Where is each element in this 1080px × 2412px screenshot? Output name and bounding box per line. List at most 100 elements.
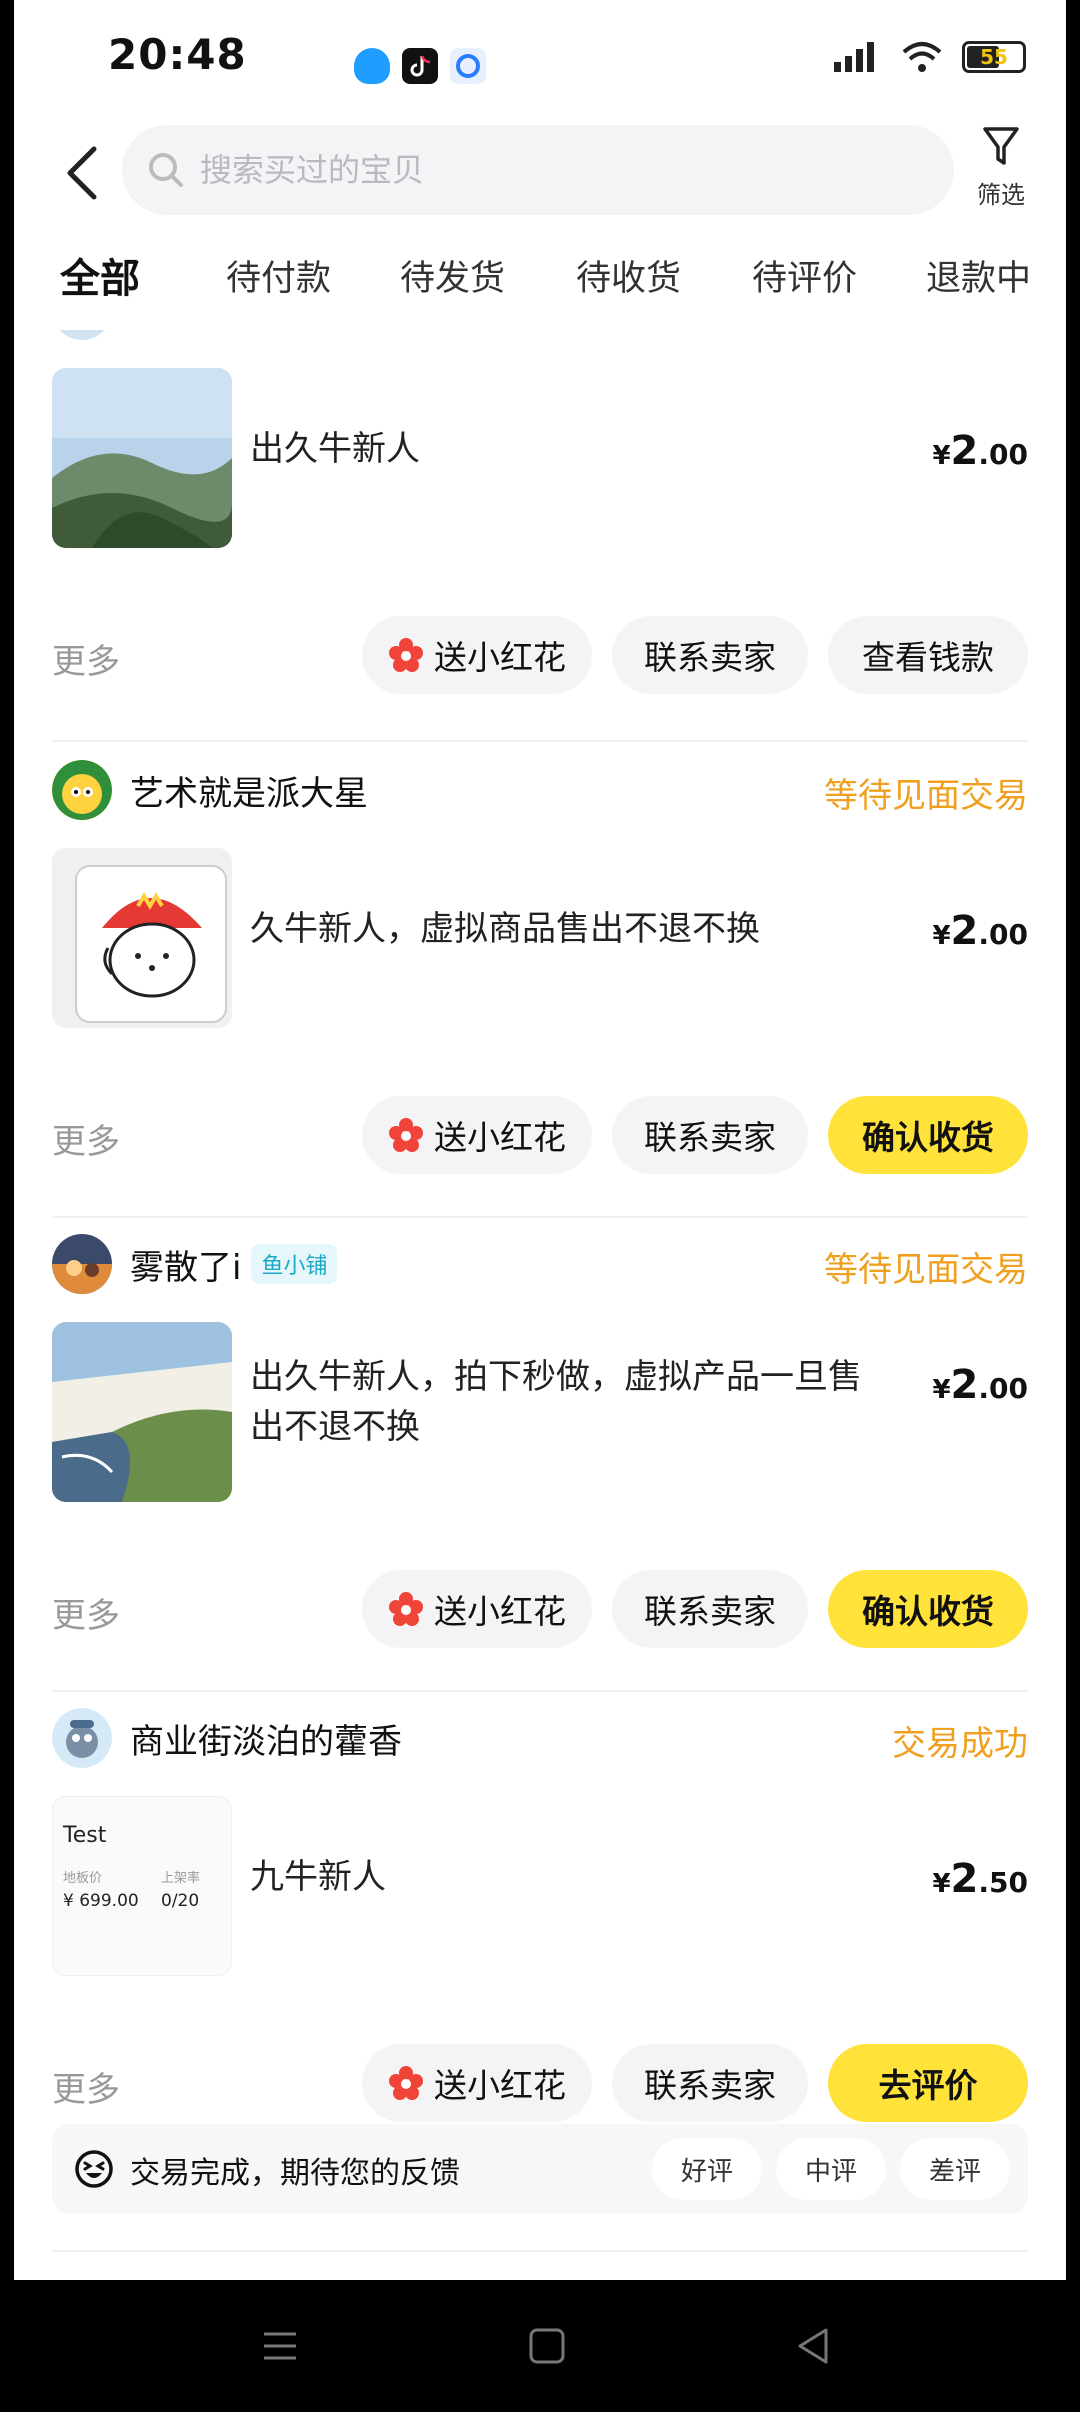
system-nav-bar: [0, 2280, 1080, 2412]
header: 筛选: [14, 120, 1066, 230]
status-icons: 55: [832, 40, 1026, 74]
tab-pending-payment[interactable]: 待付款: [226, 250, 331, 301]
chevron-left-icon: [67, 146, 97, 200]
send-flower-button[interactable]: 送小红花: [362, 1096, 592, 1174]
menu-icon: [264, 2332, 296, 2360]
order-card[interactable]: 艺术就是派大星 等待见面交易 久牛新人，虚拟商品售出不退不换 ¥2.00 更多 …: [52, 760, 1028, 1240]
product-thumbnail: [52, 1322, 232, 1502]
item-price: ¥2.00: [932, 908, 1028, 954]
good-review-button[interactable]: 好评: [652, 2138, 762, 2200]
seller-row: [52, 330, 1028, 340]
avatar: [52, 760, 112, 820]
neutral-review-button[interactable]: 中评: [776, 2138, 886, 2200]
back-triangle-icon: [798, 2328, 828, 2364]
avatar: [52, 330, 112, 340]
contact-seller-button[interactable]: 联系卖家: [612, 616, 808, 694]
app-screen: 20:48 55 搜索买过的宝贝 筛选 全部 待付款 待发货 待收货 待评价 退…: [14, 0, 1066, 2280]
divider: [52, 740, 1028, 742]
item-title: 久牛新人，虚拟商品售出不退不换: [250, 909, 760, 949]
order-card[interactable]: 雾散了i 鱼小铺 等待见面交易 出久牛新人，拍下秒做，虚拟产品一旦售出不退不换 …: [52, 1234, 1028, 1714]
battery-icon: 55: [962, 41, 1026, 73]
order-item[interactable]: 久牛新人，虚拟商品售出不退不换 ¥2.00: [52, 848, 1028, 1028]
order-actions: 更多 送小红花 联系卖家 确认收货: [52, 1570, 1028, 1650]
send-flower-button[interactable]: 送小红花: [362, 616, 592, 694]
send-flower-button[interactable]: 送小红花: [362, 1570, 592, 1648]
tab-pending-shipment[interactable]: 待发货: [400, 250, 505, 301]
thumb-label: 上架率: [161, 1871, 201, 1886]
order-card[interactable]: 出久牛新人 ¥2.00 更多 送小红花 联系卖家 查看钱款: [52, 330, 1028, 780]
contact-seller-button[interactable]: 联系卖家: [612, 2044, 808, 2122]
battery-level: 55: [980, 45, 1008, 69]
contact-seller-button[interactable]: 联系卖家: [612, 1570, 808, 1648]
shop-badge: 鱼小铺: [251, 1244, 338, 1284]
write-review-button[interactable]: 去评价: [828, 2044, 1028, 2122]
more-link[interactable]: 更多: [52, 634, 120, 683]
tab-pending-review[interactable]: 待评价: [752, 250, 857, 301]
wifi-icon: [902, 42, 942, 72]
order-list: 出久牛新人 ¥2.00 更多 送小红花 联系卖家 查看钱款 艺术就是派大星 等待…: [14, 330, 1066, 2280]
tab-all[interactable]: 全部: [60, 246, 140, 304]
divider: [52, 1690, 1028, 1692]
search-box[interactable]: [122, 125, 954, 215]
confirm-receipt-button[interactable]: 确认收货: [828, 1096, 1028, 1174]
view-payment-button[interactable]: 查看钱款: [828, 616, 1028, 694]
signal-icon: [834, 42, 874, 72]
order-actions: 更多 送小红花 联系卖家 去评价: [52, 2044, 1028, 2124]
red-flower-icon: [389, 1118, 423, 1152]
send-flower-button[interactable]: 送小红花: [362, 2044, 592, 2122]
order-status-tabs: 全部 待付款 待发货 待收货 待评价 退款中: [14, 240, 1066, 330]
divider: [52, 1216, 1028, 1218]
thumb-value: 0/20: [161, 1891, 200, 1911]
order-item[interactable]: Test 地板价 上架率 ¥ 699.00 0/20 九牛新人 ¥2.50: [52, 1796, 1028, 1976]
more-link[interactable]: 更多: [52, 2062, 120, 2111]
item-price: ¥2.50: [932, 1856, 1028, 1902]
tab-refunding[interactable]: 退款中: [926, 250, 1031, 301]
menu-nav-button[interactable]: [250, 2316, 310, 2376]
seller-name: 雾散了i: [130, 1247, 242, 1288]
thumb-title: Test: [63, 1823, 107, 1848]
filter-label: 筛选: [977, 181, 1025, 209]
item-price: ¥2.00: [932, 428, 1028, 474]
search-icon: [149, 153, 183, 187]
avatar: [52, 1234, 112, 1294]
seller-row[interactable]: 商业街淡泊的藿香 交易成功: [52, 1708, 1028, 1768]
send-flower-label: 送小红花: [434, 2066, 566, 2105]
back-nav-button[interactable]: [784, 2316, 844, 2376]
search-input[interactable]: [200, 151, 900, 189]
order-item[interactable]: 出久牛新人，拍下秒做，虚拟产品一旦售出不退不换 ¥2.00: [52, 1322, 1028, 1502]
status-time: 20:48: [108, 30, 247, 79]
more-link[interactable]: 更多: [52, 1114, 120, 1163]
order-actions: 更多 送小红花 联系卖家 确认收货: [52, 1096, 1028, 1176]
item-title: 出久牛新人: [250, 429, 420, 469]
thumb-label: 地板价: [63, 1871, 103, 1886]
send-flower-label: 送小红花: [434, 1592, 566, 1631]
confirm-receipt-button[interactable]: 确认收货: [828, 1570, 1028, 1648]
browser-notification-icon: [450, 48, 486, 84]
tab-all-label: 全部: [60, 256, 140, 302]
status-bar: 20:48 55: [14, 0, 1066, 120]
red-flower-icon: [389, 638, 423, 672]
item-title: 出久牛新人，拍下秒做，虚拟产品一旦售出不退不换: [250, 1357, 862, 1447]
order-status: 交易成功: [892, 1724, 1028, 1764]
product-thumbnail: Test 地板价 上架率 ¥ 699.00 0/20: [52, 1796, 232, 1976]
seller-row[interactable]: 艺术就是派大星 等待见面交易: [52, 760, 1028, 820]
thumb-value: ¥ 699.00: [63, 1891, 139, 1911]
filter-button[interactable]: 筛选: [956, 125, 1046, 225]
home-nav-button[interactable]: [517, 2316, 577, 2376]
order-item[interactable]: 出久牛新人 ¥2.00: [52, 368, 1028, 548]
send-flower-label: 送小红花: [434, 1118, 566, 1157]
contact-seller-button[interactable]: 联系卖家: [612, 1096, 808, 1174]
product-thumbnail: [52, 368, 232, 548]
seller-row[interactable]: 雾散了i 鱼小铺 等待见面交易: [52, 1234, 1028, 1294]
item-title: 九牛新人: [250, 1857, 386, 1897]
more-link[interactable]: 更多: [52, 1588, 120, 1637]
tab-pending-receipt[interactable]: 待收货: [576, 250, 681, 301]
order-status: 等待见面交易: [824, 1250, 1028, 1290]
bad-review-button[interactable]: 差评: [900, 2138, 1010, 2200]
avatar: [52, 1708, 112, 1768]
back-button[interactable]: [52, 138, 112, 208]
divider: [52, 2250, 1028, 2252]
feedback-bar: 交易完成，期待您的反馈 好评 中评 差评: [52, 2124, 1028, 2214]
order-card[interactable]: 商业街淡泊的藿香 交易成功 Test 地板价 上架率 ¥ 699.00 0/20…: [52, 1708, 1028, 2148]
tiktok-notification-icon: [402, 48, 438, 84]
